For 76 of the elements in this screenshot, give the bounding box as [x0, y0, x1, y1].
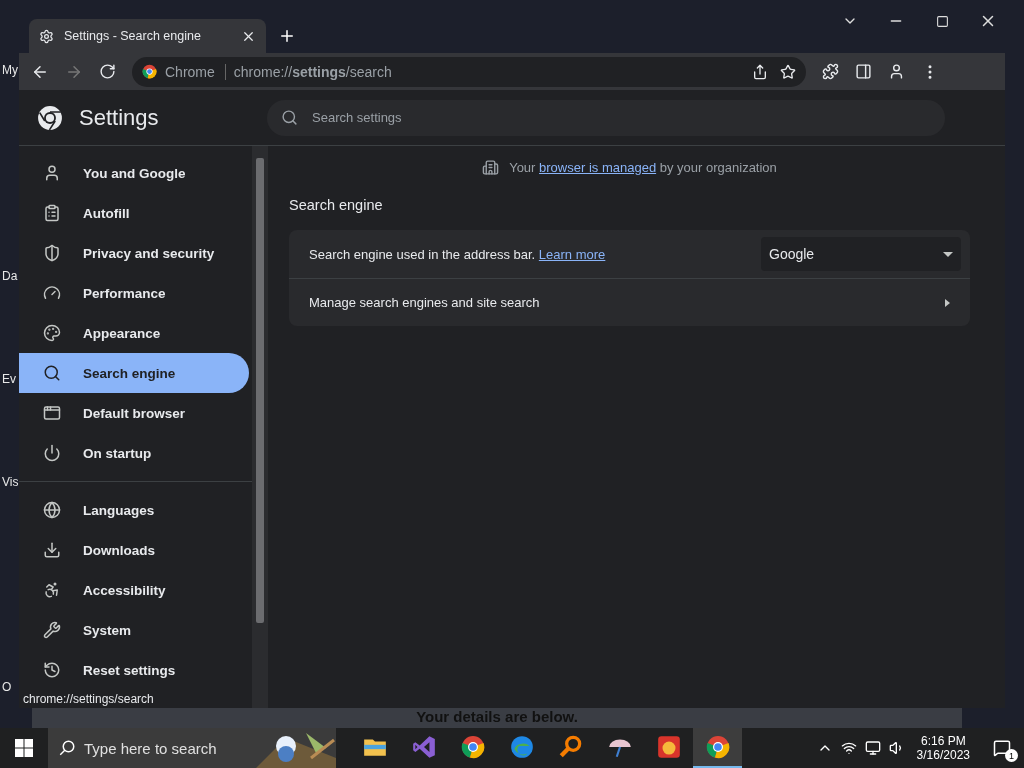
- nav-item[interactable]: Privacy and security: [19, 233, 249, 273]
- window-icon: [43, 404, 61, 422]
- gear-icon: [39, 28, 54, 44]
- monitor-icon[interactable]: [864, 740, 881, 756]
- chrome-icon: [142, 64, 157, 79]
- nav-item[interactable]: On startup: [19, 433, 249, 473]
- edge-icon[interactable]: [508, 734, 535, 760]
- profile-icon[interactable]: [888, 63, 905, 80]
- globe-icon: [43, 501, 61, 519]
- accessibility-icon: [43, 581, 61, 599]
- search-icon: [58, 739, 76, 757]
- desktop-icon-label[interactable]: Vis: [2, 475, 19, 489]
- clock[interactable]: 6:16 PM 3/16/2023: [916, 734, 970, 762]
- browser-tab[interactable]: Settings - Search engine: [29, 19, 266, 53]
- desktop-icon-label[interactable]: Ev: [2, 372, 16, 386]
- section-title: Search engine: [289, 197, 384, 213]
- desktop-icon-label[interactable]: O: [2, 680, 12, 694]
- caret-icon: [945, 298, 950, 307]
- nav-item[interactable]: Downloads: [19, 530, 249, 570]
- site-origin: Chrome: [165, 63, 226, 80]
- palette-icon: [43, 324, 61, 342]
- plus-icon[interactable]: [278, 27, 296, 45]
- search-icon: [281, 108, 298, 126]
- share-icon[interactable]: [752, 63, 768, 80]
- clipboard-icon: [43, 204, 61, 222]
- search-field[interactable]: Search settings: [267, 99, 945, 136]
- nav-item[interactable]: Accessibility: [19, 570, 249, 610]
- visual-studio-icon[interactable]: [410, 734, 437, 760]
- chrome-icon: [460, 735, 485, 759]
- taskbar-app[interactable]: [693, 728, 742, 768]
- nav-item[interactable]: Default browser: [19, 393, 249, 433]
- building-icon: [482, 159, 500, 176]
- settings-title: Settings: [79, 104, 160, 131]
- search-icon: [43, 364, 61, 382]
- taskbar-search-field[interactable]: Type here to search: [84, 736, 244, 760]
- shield-icon: [43, 244, 61, 262]
- address-bar[interactable]: Chrome chrome://settings/search: [132, 56, 806, 87]
- caret-icon: [943, 251, 953, 257]
- nav-item[interactable]: Performance: [19, 273, 249, 313]
- chrome-icon: [705, 735, 730, 759]
- reload-icon[interactable]: [99, 63, 116, 80]
- person-icon: [43, 164, 61, 182]
- notification-count: 1: [1005, 749, 1018, 762]
- nav-item[interactable]: Appearance: [19, 313, 249, 353]
- engine-dropdown[interactable]: Google: [761, 237, 961, 271]
- star-icon[interactable]: [780, 63, 796, 80]
- wrench-icon: [43, 621, 61, 639]
- learn-more-link[interactable]: Learn more: [538, 246, 606, 262]
- candy-icon[interactable]: [655, 734, 682, 760]
- nav-item[interactable]: Reset settings: [19, 650, 249, 690]
- network-icon[interactable]: [840, 740, 857, 756]
- desktop-icon-label[interactable]: Da: [2, 269, 18, 283]
- chrome-logo-icon: [37, 104, 63, 131]
- maximize-icon[interactable]: [935, 14, 949, 28]
- magnifier-icon[interactable]: [557, 734, 584, 760]
- message-icon: [993, 739, 1011, 757]
- settings-row[interactable]: Manage search engines and site search: [289, 278, 970, 326]
- nav-item[interactable]: System: [19, 610, 249, 650]
- scrollbar[interactable]: [252, 146, 268, 708]
- history-icon: [43, 661, 61, 679]
- desktop-icon-label[interactable]: My: [2, 63, 18, 77]
- windows-logo-icon[interactable]: [15, 739, 33, 757]
- managed-link[interactable]: browser is managed: [539, 160, 657, 175]
- nav-item[interactable]: Languages: [19, 490, 249, 530]
- setting-label: Search engine used in the address bar. Learn more: [309, 246, 607, 262]
- puzzle-icon[interactable]: [822, 63, 839, 80]
- side-panel-icon[interactable]: [855, 63, 872, 80]
- download-icon: [43, 541, 61, 559]
- nav-item[interactable]: Autofill: [19, 193, 249, 233]
- url-text: chrome://settings/search: [233, 63, 392, 80]
- power-icon: [43, 444, 61, 462]
- managed-notice: Your browser is managed by your organization: [509, 160, 777, 175]
- gauge-icon: [43, 284, 61, 302]
- nav-item[interactable]: You and Google: [19, 153, 249, 193]
- nav-item[interactable]: Search engine: [19, 353, 249, 393]
- taskbar-search-box[interactable]: Type here to search: [48, 728, 336, 768]
